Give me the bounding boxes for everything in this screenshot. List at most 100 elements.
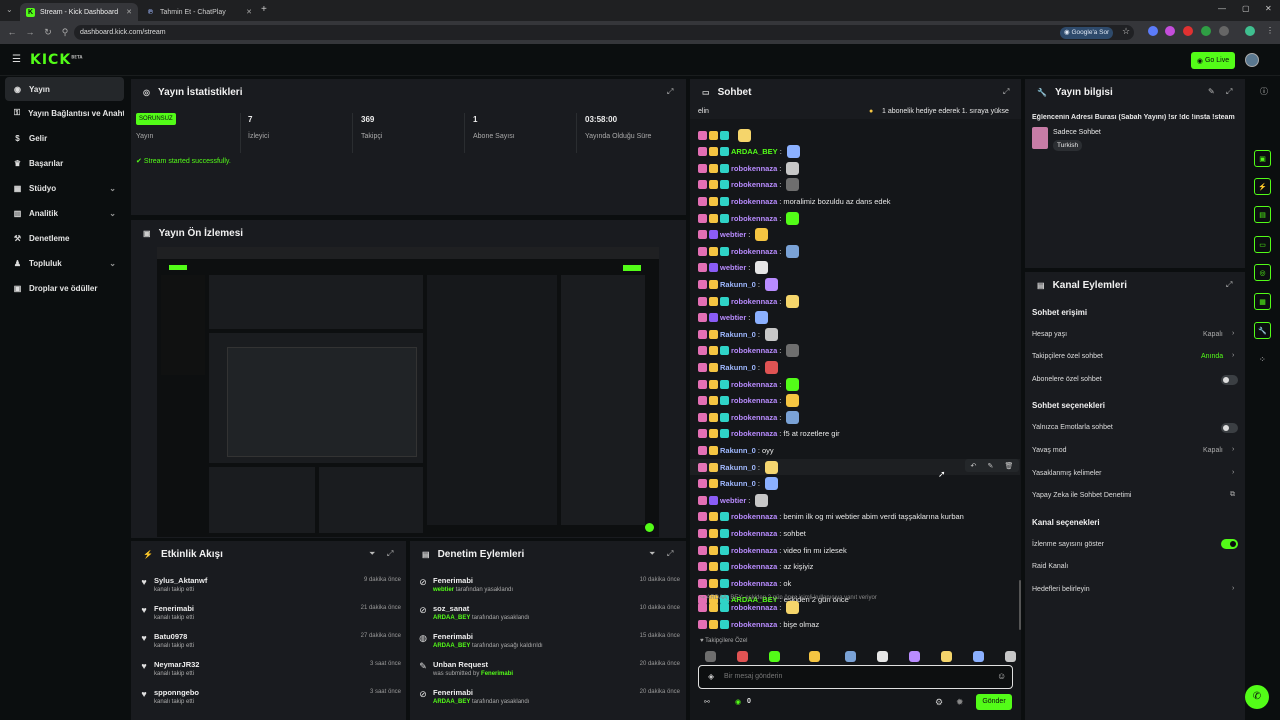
expand-icon[interactable]: ⤢ [1226, 87, 1232, 97]
browser-tab-chatplay[interactable]: ℗ Tahmin Et - ChatPlay ✕ [140, 3, 258, 21]
chat-username[interactable]: robokennaza [731, 546, 777, 555]
chevron-right-icon[interactable]: › [1232, 330, 1234, 337]
mod-target[interactable]: Fenerimabi [433, 632, 473, 641]
hamburger-menu-icon[interactable]: ☰ [12, 54, 21, 65]
site-info-icon[interactable]: ⚲ [58, 27, 72, 38]
chat-username[interactable]: robokennaza [731, 297, 777, 306]
mod-target[interactable]: Fenerimabi [433, 576, 473, 585]
expand-icon[interactable]: ⤢ [667, 87, 673, 97]
sidebar-item-basarilar[interactable]: ♛ Başarılar [5, 151, 124, 175]
chat-input[interactable]: ◈ Bir mesaj gönderin ☺ [698, 665, 1013, 689]
mod-target[interactable]: Fenerimabi [433, 688, 473, 697]
extension-icon[interactable] [1183, 26, 1193, 36]
chat-username[interactable]: robokennaza [731, 413, 777, 422]
chat-username[interactable]: ARDAA_BEY [731, 147, 778, 156]
chat-username[interactable]: webtier [720, 263, 746, 272]
chat-username[interactable]: robokennaza [731, 380, 777, 389]
chevron-right-icon[interactable]: › [1232, 446, 1234, 453]
chat-message[interactable]: robokennaza: [698, 376, 800, 392]
rail-more-icon[interactable]: ⁘ [1259, 355, 1266, 364]
edit-icon[interactable]: ✎ [1208, 87, 1215, 96]
chat-username[interactable]: Rakunn_0 [720, 280, 756, 289]
url-input[interactable]: dashboard.kick.com/stream [74, 25, 1134, 40]
emote-picker-item[interactable] [909, 651, 920, 662]
account-age-value[interactable]: Kapalı [1203, 331, 1223, 338]
banned-words-label[interactable]: Yasaklanmış kelimeler [1032, 470, 1102, 477]
sidebar-item-stream-key[interactable]: ⚿ Yayın Bağlantısı ve Anahtarı [5, 101, 124, 125]
category-name[interactable]: Sadece Sohbet [1053, 129, 1101, 136]
rail-chat-icon[interactable]: ▭ [1254, 236, 1271, 253]
profile-avatar[interactable] [1245, 26, 1255, 36]
chat-message[interactable]: Rakunn_0: [698, 326, 778, 342]
chat-scrollbar[interactable] [1019, 580, 1021, 630]
expand-icon[interactable]: ⤢ [1003, 87, 1009, 97]
chat-username[interactable]: robokennaza [731, 620, 777, 629]
delete-icon[interactable]: 🗑 [1005, 462, 1014, 470]
extension-icon[interactable] [1148, 26, 1158, 36]
go-live-button[interactable]: ◉ Go Live [1191, 52, 1235, 69]
chat-message[interactable]: robokennaza: [698, 599, 800, 615]
subs-chat-toggle[interactable] [1221, 375, 1238, 385]
back-icon[interactable]: ← [5, 27, 19, 37]
chat-message[interactable]: robokennaza: [698, 243, 800, 259]
chat-username[interactable]: robokennaza [731, 214, 777, 223]
chat-message[interactable]: robokennaza: sohbet [698, 525, 806, 541]
emote-picker-item[interactable] [941, 651, 952, 662]
chat-message[interactable]: robokennaza: [698, 409, 800, 425]
chat-message[interactable]: Rakunn_0: [698, 359, 778, 375]
settings-gear-icon[interactable]: ⚙ [935, 697, 943, 708]
chat-message[interactable]: robokennaza: [698, 293, 800, 309]
tab-search-icon[interactable]: ⌄ [6, 5, 13, 14]
kick-logo[interactable]: KICKBETA [30, 52, 82, 68]
chat-username[interactable]: robokennaza [731, 164, 777, 173]
sidebar-item-gelir[interactable]: $ Gelir [5, 126, 124, 150]
feed-user[interactable]: spponngebo [154, 688, 199, 697]
emote-picker-item[interactable] [1005, 651, 1016, 662]
chat-message[interactable]: robokennaza: bişe olmaz [698, 616, 819, 632]
google-ask-button[interactable]: ◉ Google'a Sor [1060, 27, 1114, 39]
feed-user[interactable]: NeymarJR32 [154, 660, 199, 669]
chat-message[interactable]: robokennaza: [698, 210, 800, 226]
mod-actor[interactable]: ARDAA_BEY [433, 615, 470, 621]
emote-picker-item[interactable] [877, 651, 888, 662]
pin-icon[interactable]: ✎ [988, 462, 994, 470]
browser-tab-kick[interactable]: K Stream - Kick Dashboard ✕ [20, 3, 138, 21]
chat-message[interactable]: robokennaza: [698, 160, 800, 176]
emoji-icon[interactable]: ☺ [997, 671, 1006, 681]
set-goals-label[interactable]: Hedefleri belirleyin [1032, 586, 1090, 593]
external-link-icon[interactable]: ⧉ [1230, 491, 1235, 499]
emote-picker-item[interactable] [845, 651, 856, 662]
sidebar-item-yayin[interactable]: ◉ Yayın [5, 77, 124, 101]
help-chat-button[interactable]: ✆ [1245, 685, 1269, 709]
forward-icon[interactable]: → [23, 27, 37, 37]
chat-username[interactable]: robokennaza [731, 512, 777, 521]
feed-user[interactable]: Fenerimabi [154, 604, 194, 613]
show-viewers-toggle[interactable] [1221, 539, 1238, 549]
link-icon[interactable]: ⚯ [704, 698, 710, 706]
chat-message[interactable]: robokennaza: f5 at rozetlere gir [698, 426, 840, 442]
rail-monitor-icon[interactable]: ▣ [1254, 150, 1271, 167]
emote-picker-item[interactable] [737, 651, 748, 662]
chevron-right-icon[interactable]: › [1232, 469, 1234, 476]
chat-message[interactable]: webtier: [698, 227, 769, 243]
chat-message[interactable]: ARDAA_BEY: [698, 144, 800, 160]
feed-user[interactable]: Batu0978 [154, 632, 187, 641]
browser-menu-icon[interactable]: ⋮ [1266, 26, 1274, 35]
chat-message[interactable]: webtier: [698, 260, 769, 276]
chat-message[interactable]: robokennaza: az kişiyiz [698, 559, 813, 575]
filter-icon[interactable]: ⏷ [369, 549, 375, 559]
rail-action-icon[interactable]: ▦ [1254, 293, 1271, 310]
chevron-right-icon[interactable]: › [1232, 352, 1234, 359]
chat-username[interactable]: robokennaza [731, 197, 777, 206]
chat-ticker[interactable]: elin ● 1 abonelik hediye ederek 1. sıray… [690, 105, 1021, 119]
chat-username[interactable]: Rakunn_0 [720, 330, 756, 339]
send-button[interactable]: Gönder [976, 694, 1012, 710]
chat-message[interactable]: robokennaza: benim ilk og mi webtier abim… [698, 509, 964, 525]
chat-username[interactable]: webtier [720, 496, 746, 505]
filter-icon[interactable]: ⏷ [649, 549, 655, 559]
chat-message[interactable]: webtier: [698, 492, 769, 508]
mod-target[interactable]: Unban Request [433, 660, 488, 669]
expand-icon[interactable]: ⤢ [667, 549, 673, 559]
emote-picker-item[interactable] [705, 651, 716, 662]
close-tab-icon[interactable]: ✕ [246, 8, 252, 16]
